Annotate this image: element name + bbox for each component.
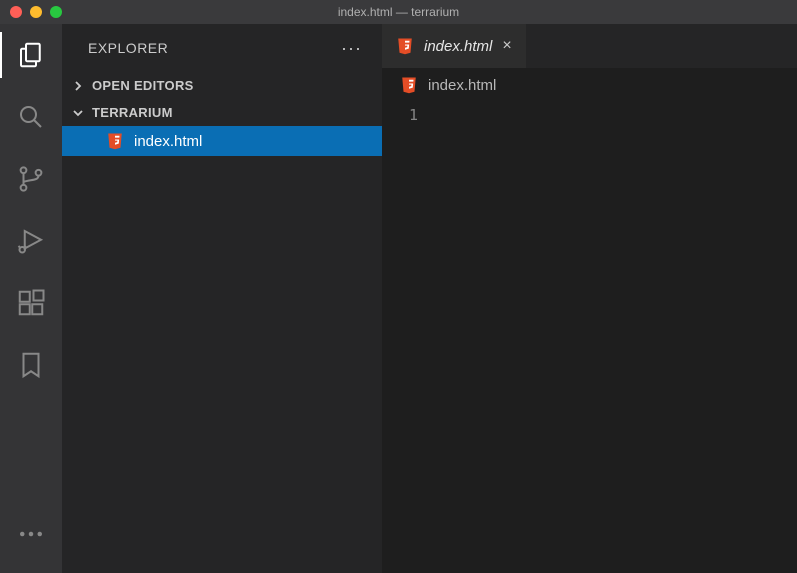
ellipsis-icon: [16, 519, 46, 549]
activity-more[interactable]: [12, 515, 50, 553]
extensions-icon: [16, 288, 46, 318]
activity-bookmark[interactable]: [12, 346, 50, 384]
explorer-sidebar: EXPLORER ··· OPEN EDITORS TERRARIUM inde…: [62, 24, 382, 573]
editor-area: index.html × index.html 1: [382, 24, 797, 573]
html5-icon: [400, 76, 418, 94]
sidebar-title: EXPLORER: [88, 40, 168, 56]
editor-tabs: index.html ×: [382, 24, 797, 68]
tab-label: index.html: [424, 38, 492, 55]
window-titlebar: index.html — terrarium: [0, 0, 797, 24]
window-maximize-button[interactable]: [50, 6, 62, 18]
section-project[interactable]: TERRARIUM: [62, 99, 382, 126]
activity-explorer[interactable]: [12, 36, 50, 74]
bookmark-icon: [16, 350, 46, 380]
line-number: 1: [382, 106, 432, 573]
html5-icon: [106, 132, 124, 150]
html5-icon: [396, 37, 414, 55]
window-close-button[interactable]: [10, 6, 22, 18]
editor-tab[interactable]: index.html ×: [382, 24, 526, 68]
file-row[interactable]: index.html: [62, 126, 382, 156]
section-label: OPEN EDITORS: [92, 78, 194, 93]
window-title: index.html — terrarium: [338, 5, 459, 19]
activity-run[interactable]: [12, 222, 50, 260]
activity-source-control[interactable]: [12, 160, 50, 198]
search-icon: [16, 102, 46, 132]
files-icon: [16, 40, 46, 70]
branch-icon: [16, 164, 46, 194]
chevron-down-icon: [70, 107, 86, 119]
activity-bar: [0, 24, 62, 573]
window-minimize-button[interactable]: [30, 6, 42, 18]
section-label: TERRARIUM: [92, 105, 173, 120]
section-open-editors[interactable]: OPEN EDITORS: [62, 72, 382, 99]
activity-extensions[interactable]: [12, 284, 50, 322]
tab-close-button[interactable]: ×: [502, 37, 511, 55]
breadcrumb-file: index.html: [428, 77, 496, 94]
sidebar-header: EXPLORER ···: [62, 24, 382, 72]
window-controls: [0, 6, 62, 18]
sidebar-more-button[interactable]: ···: [341, 38, 362, 59]
breadcrumb[interactable]: index.html: [382, 68, 797, 102]
run-debug-icon: [16, 226, 46, 256]
editor-body[interactable]: 1: [382, 102, 797, 573]
file-name: index.html: [134, 133, 202, 150]
activity-search[interactable]: [12, 98, 50, 136]
chevron-right-icon: [70, 80, 86, 92]
